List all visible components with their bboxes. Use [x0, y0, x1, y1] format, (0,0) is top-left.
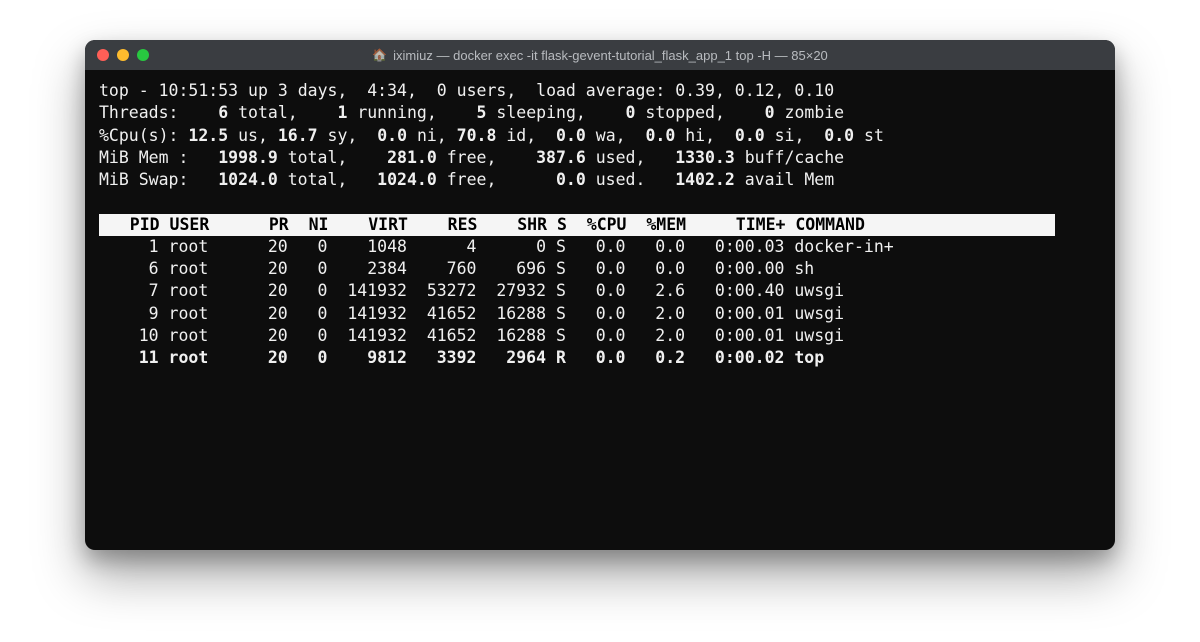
table-row: 9 root 20 0 141932 41652 16288 S 0.0 2.0… [99, 303, 1101, 325]
top-cpu-line: %Cpu(s): 12.5 us, 16.7 sy, 0.0 ni, 70.8 … [99, 126, 884, 145]
top-threads-line: Threads: 6 total, 1 running, 5 sleeping,… [99, 103, 844, 122]
top-summary-line1: top - 10:51:53 up 3 days, 4:34, 0 users,… [99, 81, 834, 100]
table-row: 11 root 20 0 9812 3392 2964 R 0.0 0.2 0:… [99, 347, 1101, 369]
home-icon: 🏠 [372, 48, 387, 62]
traffic-lights [97, 49, 149, 61]
terminal-content[interactable]: top - 10:51:53 up 3 days, 4:34, 0 users,… [85, 70, 1115, 550]
top-swap-line: MiB Swap: 1024.0 total, 1024.0 free, 0.0… [99, 170, 834, 189]
window-title-text: iximiuz — docker exec -it flask-gevent-t… [393, 48, 828, 63]
window-title: 🏠 iximiuz — docker exec -it flask-gevent… [85, 48, 1115, 63]
process-table-header: PID USER PR NI VIRT RES SHR S %CPU %MEM … [99, 214, 1055, 236]
table-row: 6 root 20 0 2384 760 696 S 0.0 0.0 0:00.… [99, 258, 1101, 280]
process-table-body: 1 root 20 0 1048 4 0 S 0.0 0.0 0:00.03 d… [99, 236, 1101, 370]
maximize-icon[interactable] [137, 49, 149, 61]
top-mem-line: MiB Mem : 1998.9 total, 281.0 free, 387.… [99, 148, 844, 167]
table-row: 10 root 20 0 141932 41652 16288 S 0.0 2.… [99, 325, 1101, 347]
minimize-icon[interactable] [117, 49, 129, 61]
table-row: 1 root 20 0 1048 4 0 S 0.0 0.0 0:00.03 d… [99, 236, 1101, 258]
titlebar[interactable]: 🏠 iximiuz — docker exec -it flask-gevent… [85, 40, 1115, 70]
close-icon[interactable] [97, 49, 109, 61]
terminal-window: 🏠 iximiuz — docker exec -it flask-gevent… [85, 40, 1115, 550]
table-row: 7 root 20 0 141932 53272 27932 S 0.0 2.6… [99, 280, 1101, 302]
